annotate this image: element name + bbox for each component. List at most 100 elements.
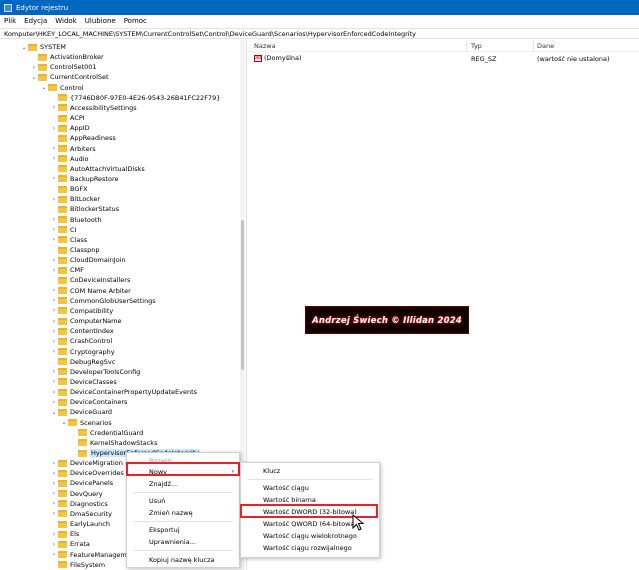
chevron-down-icon[interactable]: ⌄ xyxy=(60,419,68,426)
chevron-right-icon[interactable]: › xyxy=(50,541,58,548)
chevron-right-icon[interactable]: › xyxy=(50,348,58,355)
chevron-right-icon[interactable]: › xyxy=(50,125,58,132)
tree-item[interactable]: › Errata xyxy=(50,539,90,549)
tree-item[interactable]: › Bluetooth xyxy=(50,215,102,225)
tree-item[interactable]: › CI xyxy=(50,225,77,235)
chevron-right-icon[interactable]: › xyxy=(50,155,58,162)
tree-item[interactable]: ⌄ DeviceGuard xyxy=(50,407,112,417)
chevron-right-icon[interactable]: › xyxy=(50,510,58,517)
address-bar[interactable]: Komputer\HKEY_LOCAL_MACHINE\SYSTEM\Curre… xyxy=(0,28,639,39)
ctx-permissions[interactable]: Uprawnienia... xyxy=(127,536,239,547)
column-name[interactable]: Nazwa xyxy=(254,42,276,50)
chevron-right-icon[interactable]: › xyxy=(50,480,58,487)
tree-scrollbar-thumb[interactable] xyxy=(241,220,244,370)
chevron-right-icon[interactable]: › xyxy=(50,226,58,233)
chevron-right-icon[interactable]: › xyxy=(30,64,38,71)
tree-item[interactable]: ⌄ SYSTEM xyxy=(20,42,65,52)
tree-item[interactable]: › DeviceMigration xyxy=(50,458,123,468)
tree-item[interactable]: › ContentIndex xyxy=(50,326,114,336)
tree-item[interactable]: AppReadiness xyxy=(50,133,116,143)
tree-item[interactable]: › COM Name Arbiter xyxy=(50,286,131,296)
tree-item[interactable]: › ComputerName xyxy=(50,316,122,326)
tree-item[interactable]: AutoAttachVirtualDisks xyxy=(50,164,145,174)
tree-item[interactable]: {7746D80F-97E0-4E26-9543-26B41FC22F79} xyxy=(50,93,220,103)
sub-string-value[interactable]: Wartość ciągu xyxy=(241,482,379,493)
chevron-right-icon[interactable]: › xyxy=(50,460,58,467)
chevron-right-icon[interactable]: › xyxy=(50,196,58,203)
tree-item[interactable]: › AccessibilitySettings xyxy=(50,103,137,113)
chevron-down-icon[interactable]: ⌄ xyxy=(40,84,48,91)
tree-item[interactable]: ⌄ CurrentControlSet xyxy=(30,72,108,82)
chevron-right-icon[interactable]: › xyxy=(50,500,58,507)
chevron-right-icon[interactable]: › xyxy=(50,257,58,264)
tree-item[interactable]: › CloudDomainJoin xyxy=(50,255,126,265)
chevron-down-icon[interactable]: ⌄ xyxy=(20,44,28,51)
menu-ulubione[interactable]: Ulubione xyxy=(85,17,116,25)
tree-item[interactable]: › BitLocker xyxy=(50,194,100,204)
tree-item[interactable]: ACPI xyxy=(50,113,85,123)
tree-item[interactable]: EarlyLaunch xyxy=(50,519,110,529)
tree-item[interactable]: › AppID xyxy=(50,123,90,133)
ctx-copy-key-name[interactable]: Kopiuj nazwę klucza xyxy=(127,554,239,565)
chevron-right-icon[interactable]: › xyxy=(50,328,58,335)
tree-item[interactable]: › DevicePanels xyxy=(50,478,113,488)
sub-key[interactable]: Klucz xyxy=(241,465,379,476)
menu-plik[interactable]: Plik xyxy=(4,17,16,25)
menu-edycja[interactable]: Edycja xyxy=(24,17,47,25)
tree-item[interactable]: CredentialGuard xyxy=(70,428,143,438)
tree-item[interactable]: › DeviceClasses xyxy=(50,377,117,387)
tree-item[interactable]: › Cryptography xyxy=(50,347,115,357)
chevron-right-icon[interactable]: › xyxy=(50,145,58,152)
chevron-down-icon[interactable]: ⌄ xyxy=(30,74,38,81)
tree-item[interactable]: KernelShadowStacks xyxy=(70,438,157,448)
tree-item[interactable]: › Audio xyxy=(50,154,89,164)
tree-item[interactable]: FileSystem xyxy=(50,560,105,570)
column-data[interactable]: Dane xyxy=(537,42,554,50)
menu-widok[interactable]: Widok xyxy=(55,17,77,25)
chevron-right-icon[interactable]: › xyxy=(50,175,58,182)
tree-item[interactable]: › BackupRestore xyxy=(50,174,119,184)
tree-item[interactable]: › DeviceOverrides xyxy=(50,468,124,478)
chevron-right-icon[interactable]: › xyxy=(50,551,58,558)
column-divider[interactable] xyxy=(466,41,467,51)
tree-item[interactable]: › CMF xyxy=(50,265,84,275)
tree-item[interactable]: DebugRegSvc xyxy=(50,357,115,367)
tree-item[interactable]: › DeviceContainerPropertyUpdateEvents xyxy=(50,387,197,397)
chevron-right-icon[interactable]: › xyxy=(50,216,58,223)
chevron-right-icon[interactable]: › xyxy=(50,368,58,375)
tree-item[interactable]: › Compatibility xyxy=(50,306,113,316)
tree-item[interactable]: Classpnp xyxy=(50,245,99,255)
chevron-right-icon[interactable]: › xyxy=(50,399,58,406)
chevron-right-icon[interactable]: › xyxy=(50,318,58,325)
address-path[interactable]: Komputer\HKEY_LOCAL_MACHINE\SYSTEM\Curre… xyxy=(4,30,416,38)
tree-item[interactable]: › DevQuery xyxy=(50,489,103,499)
tree-item[interactable]: › Arbiters xyxy=(50,144,96,154)
tree-item[interactable]: ⌄ Control xyxy=(40,83,83,93)
ctx-export[interactable]: Eksportuj xyxy=(127,524,239,535)
tree-item[interactable]: › CommonGlobUserSettings xyxy=(50,296,156,306)
sub-expandable-string-value[interactable]: Wartość ciągu rozwijalnego xyxy=(241,542,379,553)
tree-item[interactable]: › DeveloperToolsConfig xyxy=(50,367,141,377)
chevron-right-icon[interactable]: › xyxy=(50,307,58,314)
tree-item[interactable]: › ControlSet001 xyxy=(30,62,97,72)
chevron-right-icon[interactable]: › xyxy=(50,287,58,294)
tree-item[interactable]: BGFX xyxy=(50,184,88,194)
ctx-delete[interactable]: Usuń xyxy=(127,495,239,506)
value-row[interactable]: ab (Domyślna) REG_SZ (wartość nie ustalon… xyxy=(248,53,639,63)
tree-item[interactable]: › CrashControl xyxy=(50,336,112,346)
chevron-right-icon[interactable]: › xyxy=(50,378,58,385)
tree-item[interactable]: › Els xyxy=(50,529,80,539)
ctx-find[interactable]: Znajdź... xyxy=(127,478,239,489)
tree-item[interactable]: CoDeviceInstallers xyxy=(50,275,130,285)
chevron-right-icon[interactable]: › xyxy=(50,338,58,345)
tree-item[interactable]: › FeatureManagement xyxy=(50,550,138,560)
chevron-right-icon[interactable]: › xyxy=(50,389,58,396)
column-divider[interactable] xyxy=(533,41,534,51)
menu-pomoc[interactable]: Pomoc xyxy=(124,17,147,25)
tree-item[interactable]: › Class xyxy=(50,235,87,245)
chevron-down-icon[interactable]: ⌄ xyxy=(50,409,58,416)
tree-item[interactable]: ⌄ Scenarios xyxy=(60,418,111,428)
tree-item[interactable]: ActivationBroker xyxy=(30,52,104,62)
chevron-right-icon[interactable]: › xyxy=(50,531,58,538)
chevron-right-icon[interactable]: › xyxy=(50,267,58,274)
